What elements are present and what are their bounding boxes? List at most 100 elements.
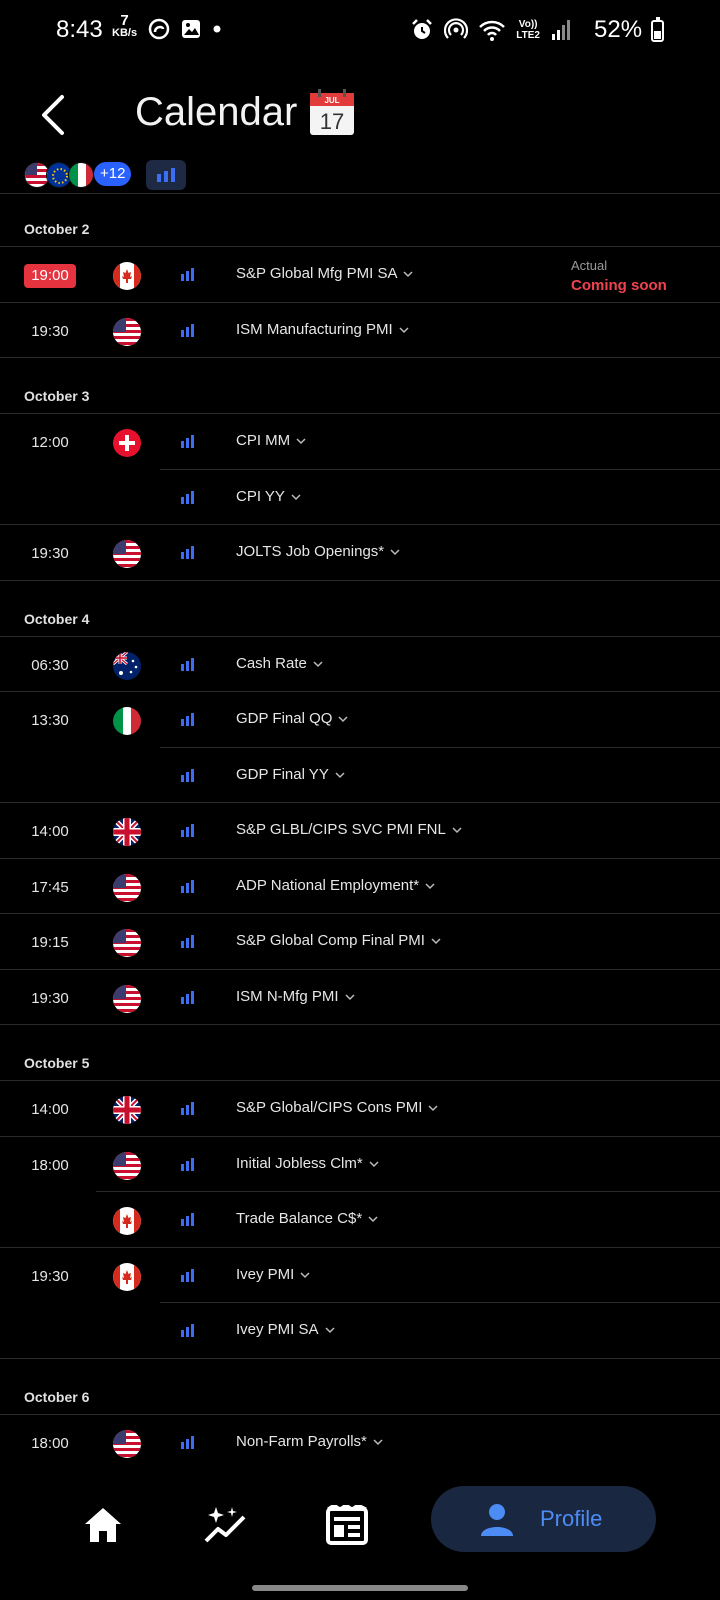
event-name[interactable]: S&P Global/CIPS Cons PMI (236, 1099, 438, 1116)
event-row[interactable]: 18:00 Initial Jobless Clm* (0, 1137, 720, 1193)
home-icon[interactable] (78, 1500, 128, 1550)
calendar-event-list[interactable]: October 2 19:00 S&P Global Mfg PMI SA Actua… (0, 195, 720, 1465)
event-row[interactable]: 14:00 S&P Global/CIPS Cons PMI (0, 1081, 720, 1137)
event-name[interactable]: GDP Final YY (236, 766, 345, 783)
event-name[interactable]: Non-Farm Payrolls* (236, 1433, 383, 1450)
event-row[interactable]: 19:00 S&P Global Mfg PMI SA Actual Coming s… (0, 247, 720, 303)
ca-flag-icon (113, 262, 141, 290)
event-row[interactable]: 13:30 GDP Final QQ (0, 692, 720, 748)
chevron-down-icon[interactable] (338, 710, 348, 727)
importance-bars-icon (181, 435, 195, 453)
calendar-news-icon[interactable] (322, 1500, 372, 1550)
country-filter[interactable] (24, 162, 94, 188)
event-time: 18:00 (31, 1156, 69, 1174)
it-flag-icon (68, 162, 94, 188)
event-row[interactable]: 18:00 Non-Farm Payrolls* (0, 1415, 720, 1466)
event-time: 14:00 (31, 1101, 69, 1118)
chevron-down-icon[interactable] (399, 321, 409, 338)
battery-percent: 52% (594, 16, 643, 43)
event-name[interactable]: ISM Manufacturing PMI (236, 321, 409, 338)
importance-bars-icon (181, 990, 195, 1009)
event-row[interactable]: 19:30 JOLTS Job Openings* (0, 525, 720, 581)
chevron-down-icon[interactable] (369, 1155, 379, 1172)
chevron-down-icon[interactable] (452, 821, 462, 838)
importance-filter-button[interactable] (146, 160, 186, 190)
event-name-text: JOLTS Job Openings* (236, 543, 385, 560)
event-row[interactable]: Ivey PMI SA (0, 1303, 720, 1359)
event-name-text: ADP National Employment* (236, 876, 420, 894)
event-name[interactable]: Trade Balance C$* (236, 1210, 378, 1227)
chevron-down-icon[interactable] (335, 766, 345, 783)
event-name[interactable]: CPI MM (236, 432, 306, 449)
event-name-text: CPI MM (236, 432, 291, 449)
more-countries-badge[interactable]: +12 (94, 162, 132, 186)
event-time: 17:45 (31, 878, 69, 896)
event-row[interactable]: 17:45 ADP National Employment* (0, 859, 720, 915)
us-flag-icon (113, 317, 141, 346)
event-time: 19:30 (31, 322, 69, 340)
event-name[interactable]: S&P GLBL/CIPS SVC PMI FNL (236, 821, 462, 838)
importance-bars-icon (181, 490, 195, 509)
event-name[interactable]: Ivey PMI (236, 1266, 310, 1283)
home-indicator[interactable] (252, 1585, 468, 1591)
importance-bars-icon (181, 1102, 195, 1120)
us-flag-icon (113, 929, 141, 957)
event-name[interactable]: Cash Rate (236, 655, 323, 672)
event-name[interactable]: CPI YY (236, 488, 301, 505)
chevron-down-icon[interactable] (296, 432, 306, 449)
actual-value: Coming soon (571, 277, 667, 294)
event-name[interactable]: S&P Global Comp Final PMI (236, 932, 441, 949)
chevron-down-icon[interactable] (390, 543, 400, 560)
event-name[interactable]: S&P Global Mfg PMI SA (236, 265, 413, 282)
event-name[interactable]: Ivey PMI SA (236, 1321, 335, 1338)
importance-bars-icon (181, 268, 195, 286)
event-name[interactable]: ISM N-Mfg PMI (236, 988, 355, 1005)
chevron-down-icon[interactable] (368, 1210, 378, 1227)
importance-bars-icon (181, 657, 195, 676)
chevron-down-icon[interactable] (300, 1266, 310, 1283)
chevron-down-icon[interactable] (325, 1321, 335, 1338)
gb-flag-icon (113, 818, 141, 846)
status-time: 8:43 (56, 16, 103, 43)
chevron-down-icon[interactable] (344, 988, 355, 1005)
event-row[interactable]: 06:30 Cash Rate (0, 637, 720, 693)
page-title: Calendar (135, 90, 298, 134)
importance-bars-icon (181, 824, 195, 842)
date-header: October 5 (0, 1025, 720, 1081)
event-row[interactable]: 19:30 ISM Manufacturing PMI (0, 303, 720, 359)
event-name[interactable]: JOLTS Job Openings* (236, 543, 400, 560)
event-time: 14:00 (31, 823, 69, 840)
volte-indicator: Vo)) LTE2 (516, 19, 540, 41)
event-name-text: CPI YY (236, 487, 285, 505)
event-row[interactable]: CPI YY (0, 470, 720, 526)
event-name-text: ISM Manufacturing PMI (236, 320, 393, 338)
event-name[interactable]: Initial Jobless Clm* (236, 1155, 379, 1172)
chevron-down-icon[interactable] (313, 655, 323, 672)
chevron-down-icon[interactable] (291, 488, 301, 505)
ca-flag-icon (113, 1262, 141, 1291)
chevron-down-icon[interactable] (403, 265, 413, 282)
event-row[interactable]: 14:00 S&P GLBL/CIPS SVC PMI FNL (0, 803, 720, 859)
event-time: 12:00 (31, 434, 69, 451)
event-row[interactable]: 12:00 CPI MM (0, 414, 720, 470)
importance-bars-icon (181, 768, 195, 787)
chevron-down-icon[interactable] (373, 1433, 383, 1450)
event-row[interactable]: Trade Balance C$* (0, 1192, 720, 1248)
date-header: October 4 (0, 581, 720, 637)
back-arrow-icon[interactable] (34, 93, 74, 137)
event-row[interactable]: GDP Final YY (0, 748, 720, 804)
chevron-down-icon[interactable] (428, 1099, 438, 1116)
calendar-emoji-icon: JUL 17 (310, 89, 354, 135)
event-name[interactable]: ADP National Employment* (236, 877, 435, 894)
event-row[interactable]: 19:15 S&P Global Comp Final PMI (0, 914, 720, 970)
alarm-icon (412, 19, 433, 39)
event-row[interactable]: 19:30 Ivey PMI (0, 1248, 720, 1304)
event-name-text: Non-Farm Payrolls* (236, 1432, 367, 1450)
profile-tab[interactable]: Profile (431, 1486, 656, 1552)
chevron-down-icon[interactable] (431, 932, 441, 949)
event-time: 19:30 (31, 1267, 69, 1285)
event-row[interactable]: 19:30 ISM N-Mfg PMI (0, 970, 720, 1026)
ideas-icon[interactable] (200, 1500, 250, 1550)
chevron-down-icon[interactable] (425, 877, 435, 894)
event-name[interactable]: GDP Final QQ (236, 710, 348, 727)
